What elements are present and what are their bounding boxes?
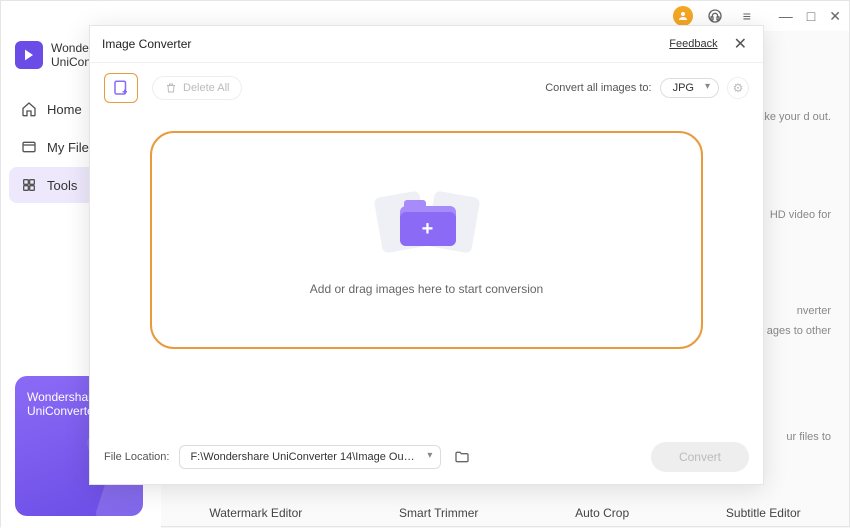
trash-icon bbox=[165, 82, 177, 94]
home-icon bbox=[21, 101, 37, 117]
bg-text: ages to other bbox=[767, 323, 831, 339]
user-avatar[interactable] bbox=[673, 6, 693, 26]
bg-text: nverter bbox=[797, 303, 831, 319]
convert-button[interactable]: Convert bbox=[651, 442, 749, 472]
window-controls: — □ ✕ bbox=[779, 8, 841, 25]
modal-header: Image Converter Feedback ✕ bbox=[90, 26, 763, 63]
delete-all-button[interactable]: Delete All bbox=[152, 76, 242, 100]
format-select[interactable]: JPG bbox=[660, 78, 719, 98]
minimize-button[interactable]: — bbox=[779, 8, 793, 25]
bg-text: ur files to bbox=[786, 429, 831, 445]
file-location-select[interactable]: F:\Wondershare UniConverter 14\Image Out… bbox=[179, 445, 441, 469]
sidebar-item-label: Tools bbox=[47, 178, 77, 193]
add-file-icon bbox=[112, 79, 130, 97]
tool-item[interactable]: Subtitle Editor bbox=[726, 506, 801, 520]
add-image-button[interactable] bbox=[104, 73, 138, 103]
image-converter-modal: Image Converter Feedback ✕ Delete All Co… bbox=[89, 25, 764, 485]
tool-item[interactable]: Smart Trimmer bbox=[399, 506, 478, 520]
modal-footer: File Location: F:\Wondershare UniConvert… bbox=[90, 430, 763, 484]
dropzone[interactable]: + Add or drag images here to start conve… bbox=[150, 131, 703, 349]
folder-plus-icon: + bbox=[400, 212, 456, 246]
sidebar-item-label: Home bbox=[47, 102, 82, 117]
tools-icon bbox=[21, 177, 37, 193]
modal-title: Image Converter bbox=[102, 37, 191, 51]
close-button[interactable]: ✕ bbox=[829, 8, 841, 25]
feedback-link[interactable]: Feedback bbox=[669, 38, 717, 50]
brand-logo bbox=[15, 41, 43, 69]
modal-toolbar: Delete All Convert all images to: JPG ⚙ bbox=[90, 63, 763, 113]
bg-text: HD video for bbox=[770, 207, 831, 223]
files-icon bbox=[21, 139, 37, 155]
settings-button[interactable]: ⚙ bbox=[727, 77, 749, 99]
tool-row: Watermark Editor Smart Trimmer Auto Crop… bbox=[161, 506, 849, 520]
open-folder-button[interactable] bbox=[451, 446, 473, 468]
file-location-label: File Location: bbox=[104, 451, 169, 463]
dropzone-illustration: + bbox=[372, 184, 482, 262]
tool-item[interactable]: Auto Crop bbox=[575, 506, 629, 520]
maximize-button[interactable]: □ bbox=[807, 8, 815, 25]
file-location-value: F:\Wondershare UniConverter 14\Image Out… bbox=[190, 451, 422, 463]
modal-close-button[interactable]: ✕ bbox=[730, 34, 751, 54]
convert-to-label: Convert all images to: bbox=[545, 82, 651, 94]
delete-all-label: Delete All bbox=[183, 82, 229, 94]
menu-icon[interactable]: ≡ bbox=[737, 6, 757, 26]
format-selected-value: JPG bbox=[673, 82, 694, 94]
convert-button-label: Convert bbox=[679, 450, 721, 464]
dropzone-caption: Add or drag images here to start convers… bbox=[310, 282, 543, 296]
tool-item[interactable]: Watermark Editor bbox=[209, 506, 302, 520]
folder-icon bbox=[454, 449, 470, 465]
gear-icon: ⚙ bbox=[733, 81, 744, 95]
support-icon[interactable] bbox=[705, 6, 725, 26]
main-window: ≡ — □ ✕ Wondershare UniConverter Home My… bbox=[0, 0, 850, 527]
